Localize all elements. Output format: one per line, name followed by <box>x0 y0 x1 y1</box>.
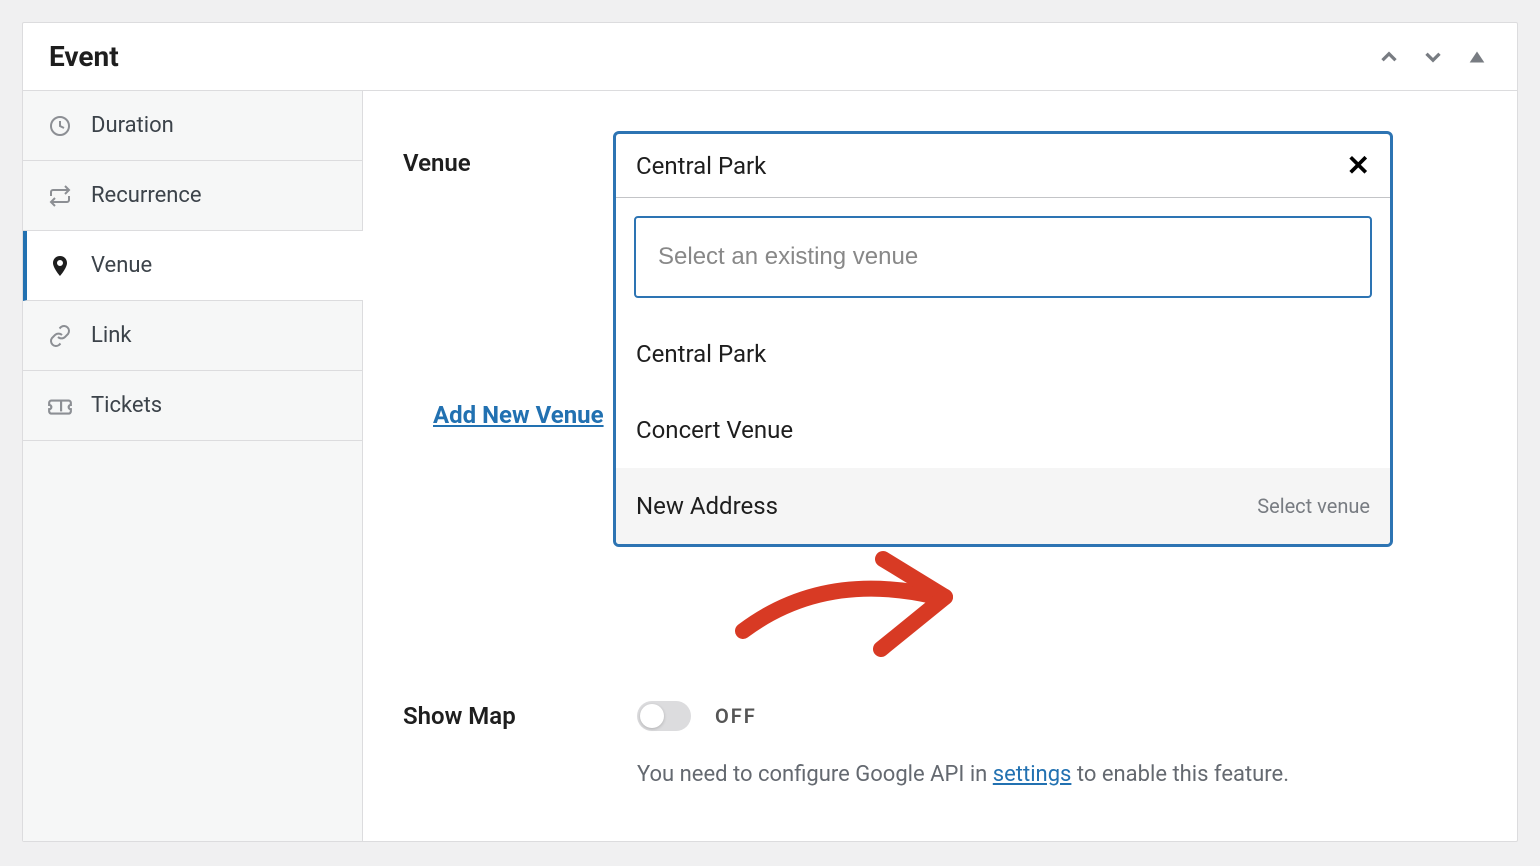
move-down-icon[interactable] <box>1419 43 1447 71</box>
event-sidebar: Duration Recurrence Venue <box>23 91 363 841</box>
sidebar-item-duration[interactable]: Duration <box>23 91 362 161</box>
annotation-arrow-icon <box>733 541 963 661</box>
sidebar-item-label: Venue <box>91 253 152 278</box>
panel-header: Event <box>23 23 1517 91</box>
venue-option[interactable]: New Address Select venue <box>616 468 1390 544</box>
move-up-icon[interactable] <box>1375 43 1403 71</box>
venue-option-label: Central Park <box>636 340 766 368</box>
helptext-pre: You need to configure Google API in <box>637 762 993 787</box>
show-map-toggle[interactable] <box>637 701 691 731</box>
clock-icon <box>47 113 73 139</box>
sidebar-item-tickets[interactable]: Tickets <box>23 371 362 441</box>
venue-option[interactable]: Central Park <box>616 316 1390 392</box>
panel-body: Duration Recurrence Venue <box>23 91 1517 841</box>
repeat-icon <box>47 183 73 209</box>
venue-option-label: New Address <box>636 492 778 520</box>
pin-icon <box>47 253 73 279</box>
sidebar-item-link[interactable]: Link <box>23 301 362 371</box>
venue-dropdown-selected-row: Central Park ✕ <box>616 134 1390 198</box>
sidebar-item-label: Recurrence <box>91 183 202 208</box>
sidebar-item-venue[interactable]: Venue <box>23 231 363 301</box>
venue-option-hint: Select venue <box>1257 494 1370 518</box>
venue-field-label: Venue <box>403 131 613 547</box>
collapse-icon[interactable] <box>1463 43 1491 71</box>
ticket-icon <box>47 393 73 419</box>
sidebar-item-label: Link <box>91 323 132 348</box>
show-map-helptext: You need to configure Google API in sett… <box>637 757 1397 792</box>
toggle-knob <box>640 704 664 728</box>
event-main: Venue Central Park ✕ <box>363 91 1517 841</box>
venue-option[interactable]: Concert Venue <box>616 392 1390 468</box>
venue-selected-value: Central Park <box>636 152 766 180</box>
sidebar-item-recurrence[interactable]: Recurrence <box>23 161 362 231</box>
show-map-state: OFF <box>715 704 757 728</box>
venue-dropdown[interactable]: Central Park ✕ Central Park <box>613 131 1393 547</box>
venue-option-list: Central Park Concert Venue New Address S… <box>616 316 1390 544</box>
close-icon[interactable]: ✕ <box>1347 149 1370 182</box>
sidebar-item-label: Duration <box>91 113 174 138</box>
panel-header-controls <box>1375 43 1491 71</box>
panel-title: Event <box>49 40 119 73</box>
add-new-venue-link[interactable]: Add New Venue <box>433 401 604 429</box>
venue-option-label: Concert Venue <box>636 416 793 444</box>
link-icon <box>47 323 73 349</box>
helptext-post: to enable this feature. <box>1071 762 1289 787</box>
event-panel: Event Duration <box>22 22 1518 842</box>
settings-link[interactable]: settings <box>993 762 1072 787</box>
sidebar-item-label: Tickets <box>91 393 162 418</box>
venue-search-input[interactable] <box>634 216 1372 298</box>
show-map-label: Show Map <box>403 702 613 730</box>
